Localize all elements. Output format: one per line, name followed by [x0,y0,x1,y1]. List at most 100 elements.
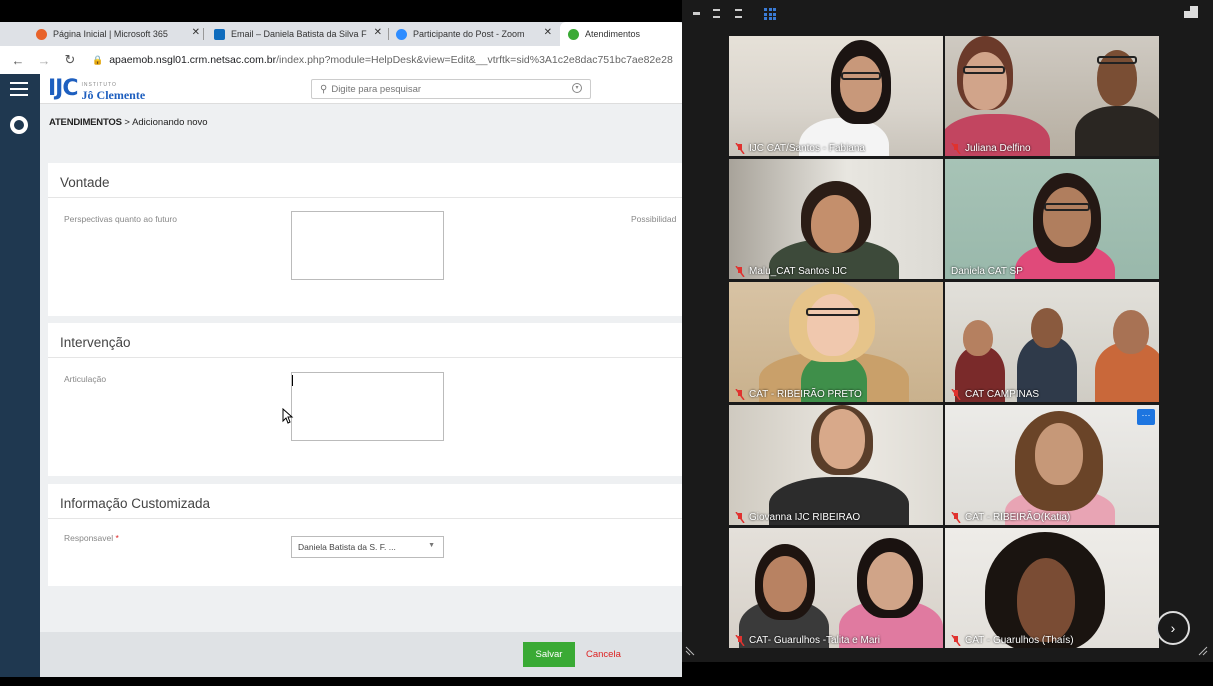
participant-name-label: IJC CAT/Santos - Fabiana [735,143,865,154]
participant-tile[interactable]: CAT- Guarulhos -Talita e Mari [729,528,943,648]
url-host: apaemob.nsgl01.crm.netsac.com.br [109,54,277,66]
muted-mic-icon [951,512,961,523]
tab-atendimentos[interactable]: Atendimentos [560,22,682,46]
participant-tile[interactable]: Malu_CAT Santos IJC [729,159,943,279]
required-mark: * [115,533,119,543]
participant-name-label: CAT CAMPINAS [951,389,1039,400]
section-vontade: Vontade Perspectivas quanto ao futuro Po… [48,163,682,316]
breadcrumb-current: Adicionando novo [132,117,208,128]
menu-icon[interactable] [10,82,28,96]
minimize-icon[interactable] [693,12,700,15]
selected-value: Daniela Batista da S. F. ... [298,542,396,552]
search-input[interactable] [331,83,552,95]
muted-mic-icon [735,266,745,277]
back-arrow-icon[interactable]: ← [10,53,26,68]
participant-name-label: CAT - RIBEIRÃO PRETO [735,389,862,400]
tab-zoom[interactable]: Participante do Post - Zoom ✕ [388,22,558,46]
muted-mic-icon [735,143,745,154]
zoom-icon [396,28,407,40]
participant-tile[interactable]: CAT - RIBEIRÃO PRETO [729,282,943,402]
divider [48,518,682,519]
crm-icon [568,28,579,40]
participant-tile[interactable]: Giovanna IJC RIBEIRAO [729,405,943,525]
tab-label: Email – Daniela Batista da Silva F [231,29,367,39]
more-options-button[interactable]: ··· [1137,409,1155,425]
tab-email[interactable]: Email – Daniela Batista da Silva F ✕ [206,22,388,46]
participant-tile[interactable]: Juliana Delfino [945,36,1159,156]
participant-name-label: CAT - RIBEIRÃO(Katia) [951,512,1070,523]
breadcrumb: ATENDIMENTOS > Adicionando novo [49,117,208,128]
participant-name: Malu_CAT Santos IJC [749,266,848,277]
view-menu-icon[interactable] [713,9,720,18]
divider [48,197,682,198]
layout-icon[interactable] [735,9,742,18]
address-bar: ← → ↻ 🔒 apaemob.nsgl01.crm.netsac.com.br… [0,46,682,74]
participant-tile-active-speaker[interactable]: Daniela CAT SP [945,159,1159,279]
section-title: Intervenção [60,335,131,350]
zoom-window: IJC CAT/Santos - Fabiana Juliana Delfino… [682,0,1213,662]
forward-arrow-icon[interactable]: → [36,53,52,68]
mouse-pointer-icon [282,408,294,424]
tab-label: Atendimentos [585,29,641,39]
close-icon[interactable]: ✕ [192,27,200,38]
section-informacao-customizada: Informação Customizada Responsavel * Dan… [48,484,682,586]
exit-minimize-icon[interactable] [1184,6,1198,18]
muted-mic-icon [735,389,745,400]
logo[interactable]: IJC INSTITUTO Jô Clemente [48,76,146,102]
field-label-text: Responsavel [64,533,114,543]
section-title: Informação Customizada [60,496,211,511]
resize-handle-icon[interactable] [684,645,696,657]
perspectivas-textarea[interactable] [291,211,444,280]
muted-mic-icon [951,635,961,646]
next-page-button[interactable]: › [1156,611,1190,645]
divider [48,357,682,358]
participant-tile[interactable]: CAT CAMPINAS [945,282,1159,402]
participant-name: Giovanna IJC RIBEIRAO [749,512,861,523]
participant-name: Juliana Delfino [965,143,1031,154]
responsavel-select[interactable]: Daniela Batista da S. F. ... ▼ [291,536,444,558]
cancel-link[interactable]: Cancela [586,649,621,660]
field-label-responsavel: Responsavel * [64,533,119,543]
gallery-view-icon[interactable] [764,8,776,20]
field-label-possibilidades: Possibilidad [631,214,677,224]
tab-strip: Página Inicial | Microsoft 365 ✕ Email –… [0,22,682,46]
close-icon[interactable]: ✕ [544,27,552,38]
logo-name: Jô Clemente [81,88,146,102]
tab-microsoft-365[interactable]: Página Inicial | Microsoft 365 ✕ [28,22,206,46]
save-button[interactable]: Salvar [523,642,575,667]
participant-name-label: CAT - Guarulhos (Thaís) [951,635,1074,646]
participant-name-label: Daniela CAT SP [951,266,1023,277]
participant-name: Daniela CAT SP [951,266,1023,277]
url-field[interactable]: apaemob.nsgl01.crm.netsac.com.br/index.p… [109,54,673,66]
reload-icon[interactable]: ↻ [62,52,78,68]
breadcrumb-root[interactable]: ATENDIMENTOS [49,117,122,128]
outlook-icon [214,28,225,40]
articulacao-textarea[interactable] [291,372,444,441]
close-icon[interactable]: ✕ [374,27,382,38]
participant-name: CAT - Guarulhos (Thaís) [965,635,1074,646]
muted-mic-icon [951,143,961,154]
tab-label: Página Inicial | Microsoft 365 [53,29,168,39]
section-title: Vontade [60,175,110,190]
participant-name: CAT - RIBEIRÃO(Katia) [965,512,1071,523]
participant-tile[interactable]: ··· CAT - RIBEIRÃO(Katia) [945,405,1159,525]
participant-tile[interactable]: IJC CAT/Santos - Fabiana [729,36,943,156]
field-label-articulacao: Articulação [64,374,107,384]
logo-mark-icon: IJC [48,76,79,101]
participant-name: IJC CAT/Santos - Fabiana [749,143,865,154]
participant-name-label: Juliana Delfino [951,143,1031,154]
participant-name: CAT- Guarulhos -Talita e Mari [749,635,880,646]
section-intervencao: Intervenção Articulação [48,323,682,476]
muted-mic-icon [951,389,961,400]
participant-name: CAT CAMPINAS [965,389,1040,400]
breadcrumb-separator: > [124,117,130,128]
resize-handle-icon[interactable] [1197,645,1209,657]
field-label-perspectivas: Perspectivas quanto ao futuro [64,214,177,224]
lifebuoy-icon[interactable] [10,116,28,134]
sidebar [0,74,40,677]
tab-separator [203,28,204,40]
participant-tile[interactable]: CAT - Guarulhos (Thaís) [945,528,1159,648]
search-box[interactable]: ⚲ ▾ [311,79,591,99]
participant-name: CAT - RIBEIRÃO PRETO [749,389,862,400]
search-options-icon[interactable]: ▾ [572,83,582,93]
